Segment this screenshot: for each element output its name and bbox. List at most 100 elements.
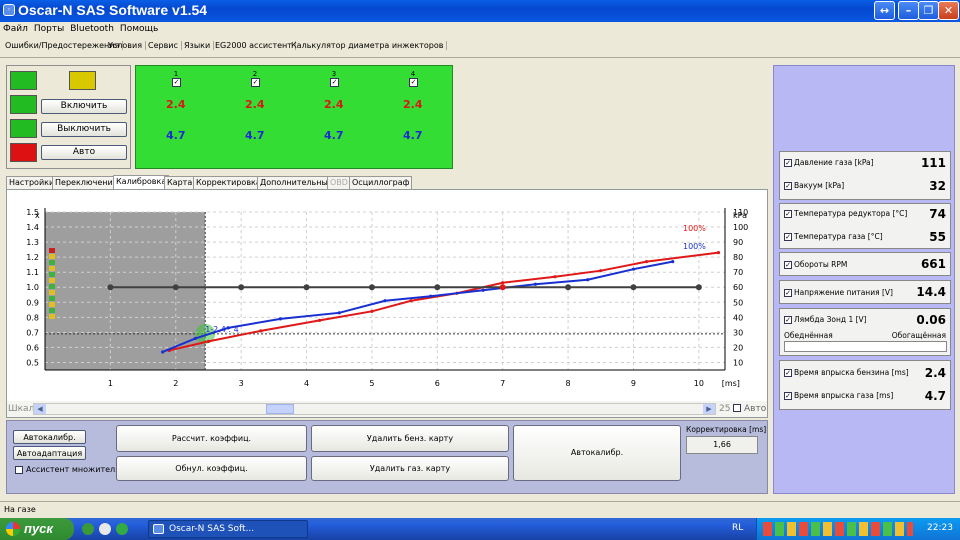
readout-label: Время впрыска газа [ms] xyxy=(794,391,894,400)
gas-time: 4.7 xyxy=(166,129,186,142)
auto-scale-label: Авто xyxy=(744,404,767,414)
menu-bar: Файл Порты Bluetooth Помощь xyxy=(0,22,960,38)
on-button[interactable]: Включить xyxy=(41,99,127,114)
level-bar-segment xyxy=(49,266,55,271)
tab-conditions[interactable]: Условия xyxy=(105,41,147,50)
y-right-tick-label: 30 xyxy=(733,328,743,337)
quicklaunch-icon[interactable] xyxy=(82,523,94,535)
calc-coef-button[interactable]: Рассчит. коэффиц. xyxy=(116,425,307,452)
tab-eg2000[interactable]: EG2000 ассистент xyxy=(212,41,296,50)
y-right-tick-label: 50 xyxy=(733,298,743,307)
maximize-button[interactable]: ❐ xyxy=(918,1,939,20)
readout-checkbox[interactable]: ✓ xyxy=(784,392,792,400)
status-lamp xyxy=(10,143,37,162)
data-point xyxy=(630,284,637,291)
app-icon xyxy=(153,524,164,534)
petrol-injection-value: 2.4 xyxy=(924,366,946,380)
quicklaunch-icon[interactable] xyxy=(99,523,111,535)
tab-injector-calculator[interactable]: Калькулятор диаметра инжекторов xyxy=(288,41,448,50)
level-bar-segment xyxy=(49,290,55,295)
level-bar-segment xyxy=(49,296,55,301)
tab-switching[interactable]: Переключение xyxy=(52,176,121,189)
language-indicator[interactable]: RL xyxy=(732,523,743,533)
readout-row: ✓ Время впрыска бензина [ms] xyxy=(784,368,909,377)
off-button[interactable]: Выключить xyxy=(41,122,127,137)
tab-oscilloscope[interactable]: Осциллограф xyxy=(349,176,413,189)
tab-settings[interactable]: Настройки xyxy=(6,176,58,189)
readout-checkbox[interactable]: ✓ xyxy=(784,289,792,297)
y-right-tick-label: 90 xyxy=(733,238,743,247)
calibration-chart[interactable]: 1 2 3 4 5 6 7 8 9 101.51.41.31.21.11.00.90.80.70.… xyxy=(7,190,767,402)
tab-obd[interactable]: OBD xyxy=(327,176,351,189)
quicklaunch-icon[interactable] xyxy=(116,523,128,535)
y-right-tick-label: 40 xyxy=(733,313,743,322)
autocalibrate-button[interactable]: Автокалибр. xyxy=(513,425,681,481)
level-bar-segment xyxy=(49,308,55,313)
readout-label: Обороты RPM xyxy=(794,260,848,269)
tab-service[interactable]: Сервис xyxy=(145,41,182,50)
module-tabs: Ошибки/Предостережения Условия Сервис Яз… xyxy=(0,38,960,58)
minimize-button[interactable]: – xyxy=(898,1,919,20)
level-bar-segment xyxy=(49,248,55,253)
data-point xyxy=(695,284,702,291)
tab-additional[interactable]: Дополнительные xyxy=(257,176,336,189)
app-icon[interactable]: ◦ xyxy=(3,4,15,16)
reset-coef-button[interactable]: Обнул. коэффиц. xyxy=(116,456,307,481)
injector-checkbox[interactable]: ✓ xyxy=(172,78,181,87)
scroll-thumb[interactable] xyxy=(266,404,294,414)
lambda-value: 0.06 xyxy=(916,313,946,327)
data-point xyxy=(206,339,211,344)
autoadapt-tab-button[interactable]: Автоадаптация xyxy=(13,446,86,460)
readout-checkbox[interactable]: ✓ xyxy=(784,159,792,167)
readout-checkbox[interactable]: ✓ xyxy=(784,233,792,241)
tab-languages[interactable]: Языки xyxy=(181,41,215,50)
tray-icons[interactable] xyxy=(763,522,913,536)
auto-button[interactable]: Авто xyxy=(41,145,127,160)
y-left-tick-label: 1.4 xyxy=(26,223,39,232)
scroll-right-icon[interactable]: ▶ xyxy=(703,404,715,414)
data-point xyxy=(193,336,197,340)
readout-row: ✓ Вакуум [kPa] xyxy=(784,181,844,190)
delete-petrol-map-button[interactable]: Удалить бенз. карту xyxy=(311,425,509,452)
menu-bluetooth[interactable]: Bluetooth xyxy=(67,22,117,36)
data-point xyxy=(644,260,649,264)
menu-file[interactable]: Файл xyxy=(0,22,31,36)
readout-checkbox[interactable]: ✓ xyxy=(784,210,792,218)
assistant-checkbox[interactable] xyxy=(15,466,23,474)
menu-ports[interactable]: Порты xyxy=(31,22,67,36)
start-button[interactable]: пуск xyxy=(0,518,74,540)
tab-map[interactable]: Карта xyxy=(164,176,196,189)
readout-label: Лямбда Зонд 1 [V] xyxy=(794,315,867,324)
readout-checkbox[interactable]: ✓ xyxy=(784,369,792,377)
level-bar-segment xyxy=(49,272,55,277)
readout-checkbox[interactable]: ✓ xyxy=(784,261,792,269)
data-point xyxy=(553,275,557,279)
tab-correction[interactable]: Корректировка xyxy=(193,176,264,189)
auto-scale-checkbox[interactable] xyxy=(733,404,741,412)
x-tick-label: 10 xyxy=(694,379,704,388)
injector-column: 3 ✓ 2.4 4.7 xyxy=(324,70,344,142)
data-point xyxy=(599,269,603,273)
injector-checkbox[interactable]: ✓ xyxy=(251,78,260,87)
delete-gas-map-button[interactable]: Удалить газ. карту xyxy=(311,456,509,481)
menu-help[interactable]: Помощь xyxy=(117,22,161,36)
readout-checkbox[interactable]: ✓ xyxy=(784,182,792,190)
tab-calibration[interactable]: Калибровка xyxy=(113,175,170,189)
resize-icon[interactable]: ↔ xyxy=(874,1,895,20)
assistant-label: Ассистент множителя xyxy=(26,465,120,474)
scale-scrollbar[interactable]: ◀ ▶ xyxy=(33,403,716,415)
status-text: На газе xyxy=(4,505,36,514)
data-point xyxy=(586,278,590,282)
autocalib-tab-button[interactable]: Автокалибр. xyxy=(13,430,86,444)
x-unit-label: [ms] xyxy=(722,379,740,388)
level-bar-segment xyxy=(49,314,55,319)
petrol-time: 2.4 xyxy=(403,98,423,111)
taskbar-window-button[interactable]: Oscar-N SAS Soft... xyxy=(148,520,308,538)
data-point xyxy=(172,284,179,291)
close-button[interactable]: ✕ xyxy=(938,1,959,20)
readout-checkbox[interactable]: ✓ xyxy=(784,316,792,324)
status-lamp xyxy=(10,119,37,138)
injector-checkbox[interactable]: ✓ xyxy=(409,78,418,87)
injector-checkbox[interactable]: ✓ xyxy=(330,78,339,87)
scroll-left-icon[interactable]: ◀ xyxy=(34,404,46,414)
